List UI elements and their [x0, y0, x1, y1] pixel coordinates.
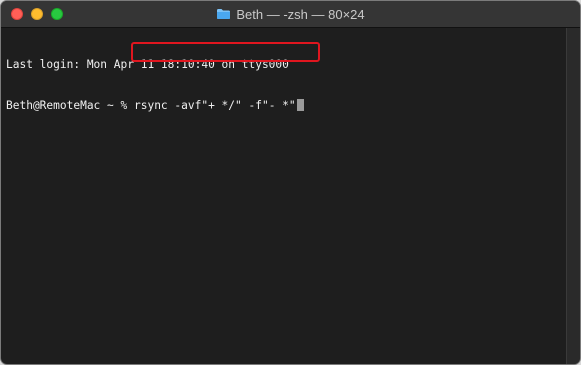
window-title: Beth — -zsh — 80×24 — [236, 6, 365, 22]
title-bar[interactable]: Beth — -zsh — 80×24 — [1, 1, 580, 28]
folder-icon — [217, 9, 231, 19]
terminal-content[interactable]: Last login: Mon Apr 11 18:10:40 on ttys0… — [6, 31, 562, 364]
shell-prompt: Beth@RemoteMac ~ % — [6, 98, 134, 112]
command-line[interactable]: Beth@RemoteMac ~ % rsync -avf"+ */" -f"-… — [6, 98, 562, 113]
rsync-command[interactable]: rsync -avf"+ */" -f"- *" — [134, 99, 296, 113]
text-cursor — [296, 98, 304, 111]
window-title-group: Beth — -zsh — 80×24 — [1, 1, 580, 27]
last-login-line: Last login: Mon Apr 11 18:10:40 on ttys0… — [6, 58, 289, 71]
terminal-scrollbar[interactable] — [566, 28, 580, 364]
terminal-window: Beth — -zsh — 80×24 Last login: Mon Apr … — [0, 0, 581, 365]
